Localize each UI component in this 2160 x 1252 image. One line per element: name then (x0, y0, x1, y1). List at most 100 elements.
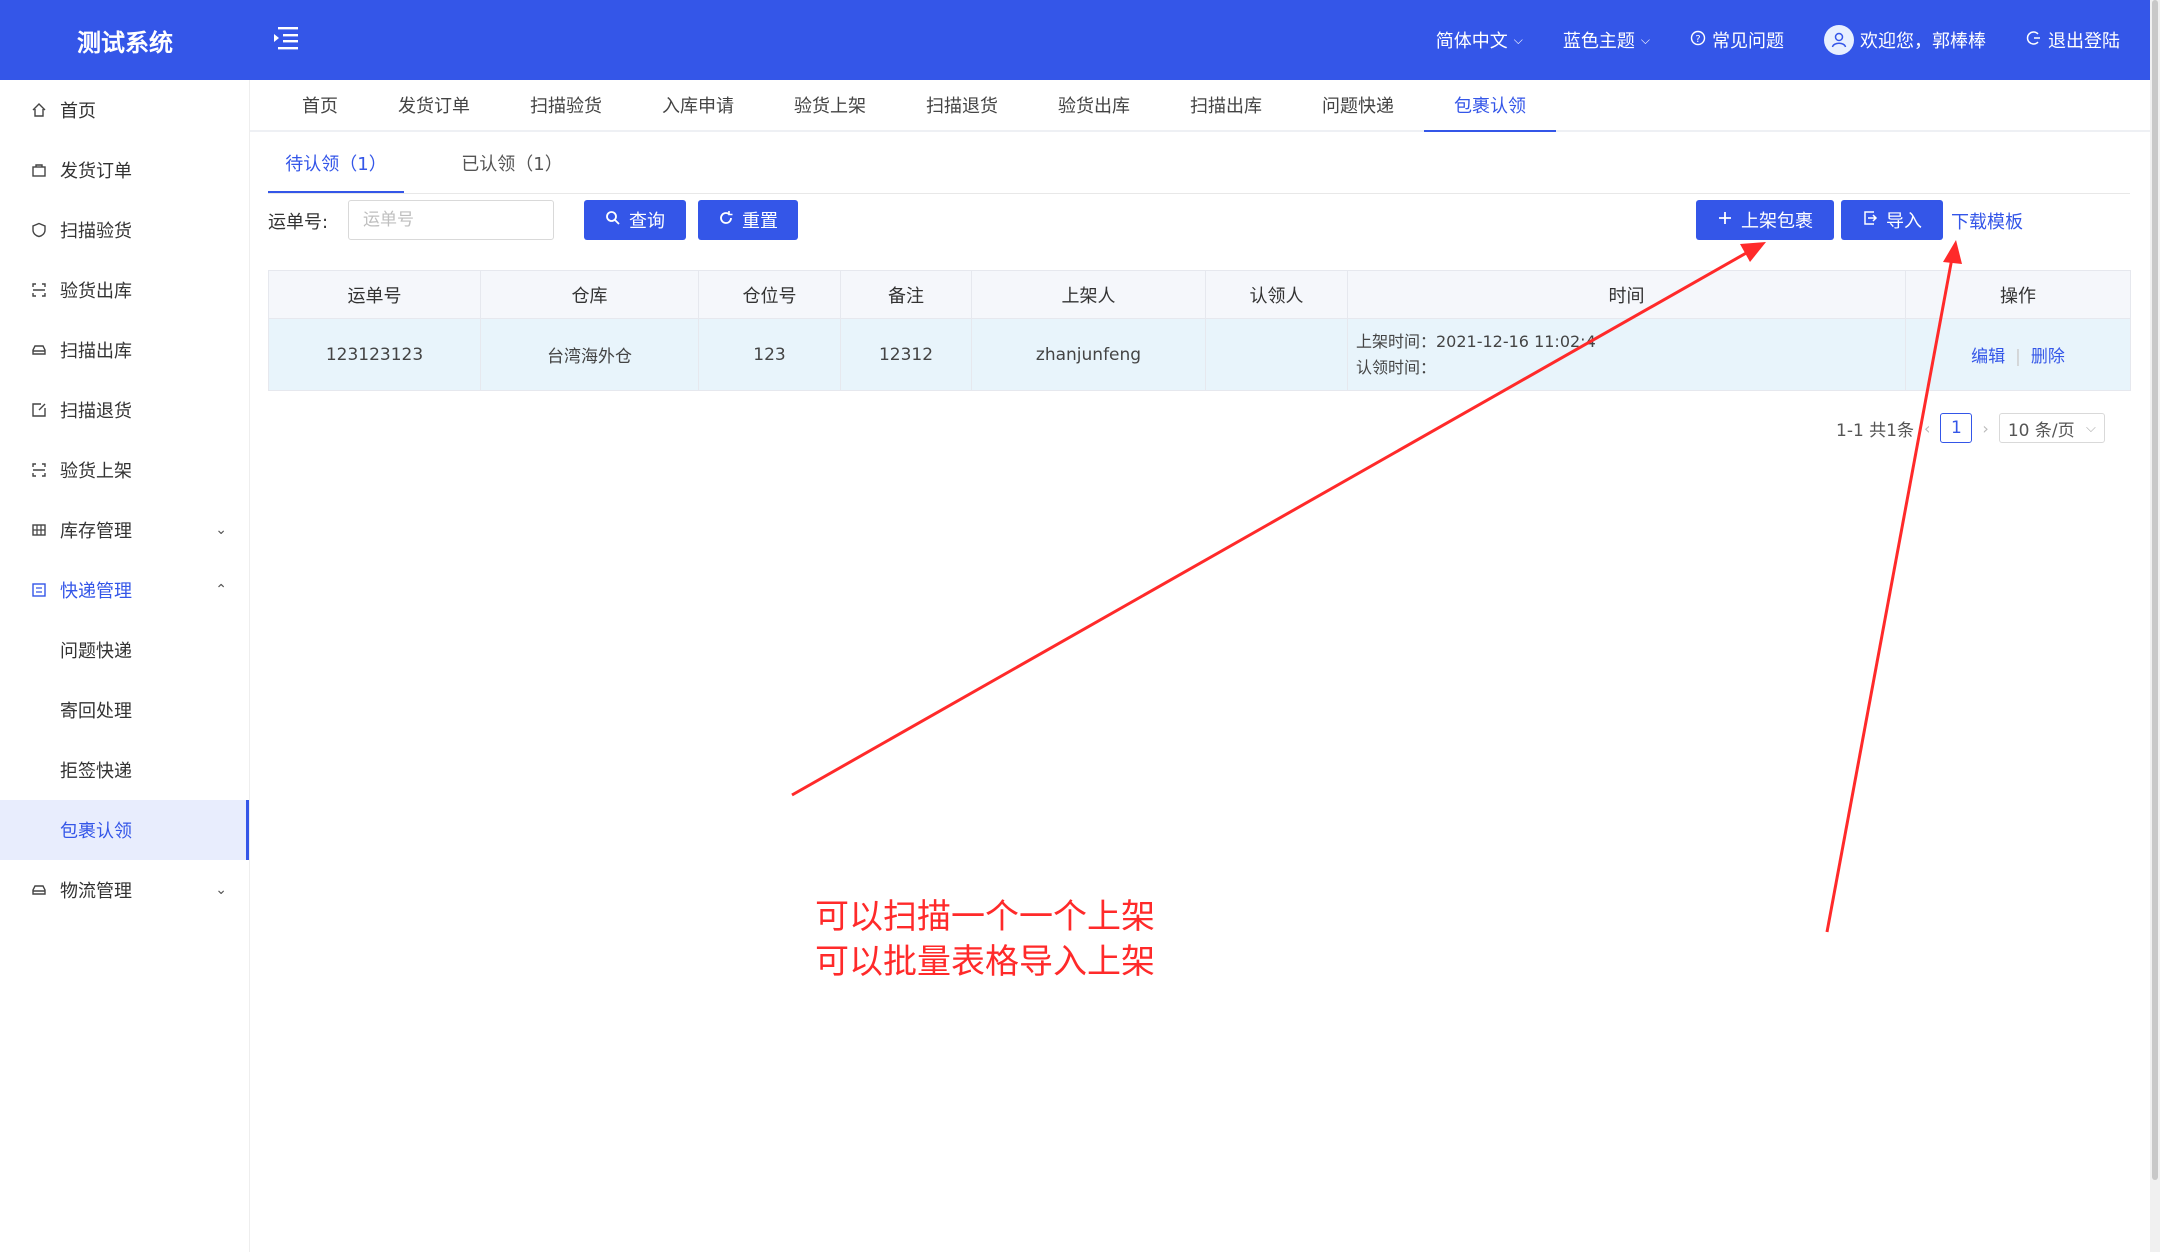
tab-shipping-orders[interactable]: 发货订单 (368, 80, 500, 130)
refresh-icon (718, 210, 734, 231)
app-root: 测试系统 简体中文 ⌵ 蓝色主题 ⌵ ? 常见问题 欢迎您，郭棒棒 退出登陆 首… (0, 0, 2160, 1252)
plus-icon (1717, 210, 1733, 231)
import-button[interactable]: 导入 (1841, 200, 1943, 240)
column-header-time: 时间 (1347, 270, 1906, 319)
pagination-summary: 1-1 共1条 (1836, 420, 1914, 441)
claim-table: 运单号 仓库 仓位号 备注 上架人 认领人 时间 操作 123123123 台湾… (268, 270, 2131, 391)
top-header: 测试系统 简体中文 ⌵ 蓝色主题 ⌵ ? 常见问题 欢迎您，郭棒棒 退出登陆 (0, 0, 2150, 80)
list-icon (30, 581, 48, 599)
logout-button[interactable]: 退出登陆 (2026, 27, 2120, 53)
waybill-search-input[interactable] (348, 200, 554, 240)
page-size-label: 10 条/页 (2007, 420, 2075, 441)
cell-claimer (1205, 318, 1348, 391)
sidebar-item-package-claim[interactable]: 包裹认领 (0, 800, 249, 860)
tab-package-claim[interactable]: 包裹认领 (1424, 80, 1556, 132)
user-menu[interactable]: 欢迎您，郭棒棒 (1824, 25, 1986, 55)
query-button[interactable]: 查询 (584, 200, 686, 240)
sidebar-item-scan-return[interactable]: 扫描退货 (0, 380, 249, 440)
sidebar-item-label: 快递管理 (60, 581, 132, 602)
sidebar-item-label: 验货上架 (60, 461, 132, 482)
annotation-line-1: 可以扫描一个一个上架 (815, 897, 1155, 937)
prev-page-icon[interactable]: ‹ (1924, 419, 1930, 438)
tab-inspect-outbound[interactable]: 验货出库 (1028, 80, 1160, 130)
theme-select[interactable]: 蓝色主题 ⌵ (1563, 27, 1650, 53)
tab-inspect-shelve[interactable]: 验货上架 (764, 80, 896, 130)
sidebar-item-label: 验货出库 (60, 281, 132, 302)
tab-scan-outbound[interactable]: 扫描出库 (1160, 80, 1292, 130)
sidebar-item-rejected-express[interactable]: 拒签快递 (0, 740, 249, 800)
import-label: 导入 (1886, 211, 1922, 232)
shelf-time: 上架时间：2021-12-16 11:02:4 (1356, 331, 1596, 351)
table-header-row: 运单号 仓库 仓位号 备注 上架人 认领人 时间 操作 (268, 270, 2131, 319)
page-scrollbar[interactable] (2150, 0, 2160, 1252)
sidebar-item-label: 扫描退货 (60, 401, 132, 422)
tab-inbound-request[interactable]: 入库申请 (632, 80, 764, 130)
pagination: 1-1 共1条 ‹ 1 › 10 条/页 ⌵ (1836, 412, 2105, 444)
welcome-text: 欢迎您，郭棒棒 (1860, 31, 1986, 52)
reset-label: 重置 (742, 211, 778, 232)
language-label: 简体中文 (1435, 31, 1508, 52)
page-number-button[interactable]: 1 (1940, 413, 1973, 443)
arrowhead-template (1943, 240, 1962, 264)
tab-problem-express[interactable]: 问题快递 (1292, 80, 1424, 130)
claim-status-tabs: 待认领（1） 已认领（1） (268, 142, 2130, 194)
column-header-warehouse: 仓库 (480, 270, 699, 319)
theme-label: 蓝色主题 (1562, 31, 1635, 52)
sidebar-item-logistics[interactable]: 物流管理 ⌄ (0, 860, 249, 920)
sidebar-item-label: 物流管理 (60, 881, 132, 902)
shield-icon (30, 221, 48, 239)
svg-text:?: ? (1695, 34, 1700, 45)
car-icon (30, 341, 48, 359)
scrollbar-thumb[interactable] (2152, 0, 2158, 1180)
sidebar-item-inspect-shelve[interactable]: 验货上架 (0, 440, 249, 500)
sidebar: 首页 发货订单 扫描验货 验货出库 扫描出库 扫描退货 验货上架 库存管理 ⌄ … (0, 80, 250, 1252)
sidebar-item-return-handling[interactable]: 寄回处理 (0, 680, 249, 740)
next-page-icon[interactable]: › (1982, 419, 1988, 438)
sidebar-item-label: 扫描出库 (60, 341, 132, 362)
chevron-down-icon: ⌵ (2085, 420, 2096, 436)
sidebar-item-label: 首页 (60, 101, 96, 122)
tab-pending-claim[interactable]: 待认领（1） (268, 142, 404, 193)
scan-icon (30, 281, 48, 299)
menu-collapse-icon[interactable] (270, 24, 302, 52)
column-header-remark: 备注 (840, 270, 972, 319)
sidebar-item-label: 发货订单 (60, 161, 132, 182)
tab-scan-inspect[interactable]: 扫描验货 (500, 80, 632, 130)
sidebar-item-scan-outbound[interactable]: 扫描出库 (0, 320, 249, 380)
chevron-down-icon: ⌄ (215, 522, 227, 538)
sidebar-item-label: 包裹认领 (60, 821, 132, 842)
sidebar-item-scan-inspect[interactable]: 扫描验货 (0, 200, 249, 260)
tab-scan-return[interactable]: 扫描退货 (896, 80, 1028, 130)
sidebar-item-express[interactable]: 快递管理 ⌃ (0, 560, 249, 620)
tab-claimed[interactable]: 已认领（1） (444, 142, 580, 193)
search-toolbar: 运单号: 查询 重置 上架包裹 导入 下载模板 (268, 198, 2130, 242)
cell-remark: 12312 (840, 318, 972, 391)
sidebar-item-label: 拒签快递 (60, 761, 132, 782)
delete-link[interactable]: 删除 (2031, 347, 2065, 367)
sidebar-item-shipping-orders[interactable]: 发货订单 (0, 140, 249, 200)
cell-warehouse: 台湾海外仓 (480, 318, 699, 391)
grid-icon (30, 521, 48, 539)
cell-waybill: 123123123 (268, 318, 481, 391)
sidebar-item-home[interactable]: 首页 (0, 80, 249, 140)
language-select[interactable]: 简体中文 ⌵ (1436, 27, 1523, 53)
table-row[interactable]: 123123123 台湾海外仓 123 12312 zhanjunfeng 上架… (268, 318, 2131, 391)
download-template-link[interactable]: 下载模板 (1951, 208, 2023, 234)
page-size-select[interactable]: 10 条/页 ⌵ (1998, 413, 2105, 443)
app-title: 测试系统 (77, 28, 173, 57)
sidebar-item-label: 库存管理 (60, 521, 132, 542)
sidebar-item-inspect-outbound[interactable]: 验货出库 (0, 260, 249, 320)
cell-slot: 123 (698, 318, 841, 391)
car-icon (30, 881, 48, 899)
sidebar-item-problem-express[interactable]: 问题快递 (0, 620, 249, 680)
logout-icon (2026, 30, 2042, 51)
scan-icon (30, 461, 48, 479)
reset-button[interactable]: 重置 (698, 200, 798, 240)
edit-link[interactable]: 编辑 (1971, 347, 2005, 367)
sidebar-item-inventory[interactable]: 库存管理 ⌄ (0, 500, 249, 560)
column-header-actions: 操作 (1905, 270, 2131, 319)
arrowhead-shelve (1740, 242, 1766, 262)
tab-home[interactable]: 首页 (272, 80, 368, 130)
faq-link[interactable]: ? 常见问题 (1690, 27, 1784, 53)
shelve-package-button[interactable]: 上架包裹 (1696, 200, 1834, 240)
